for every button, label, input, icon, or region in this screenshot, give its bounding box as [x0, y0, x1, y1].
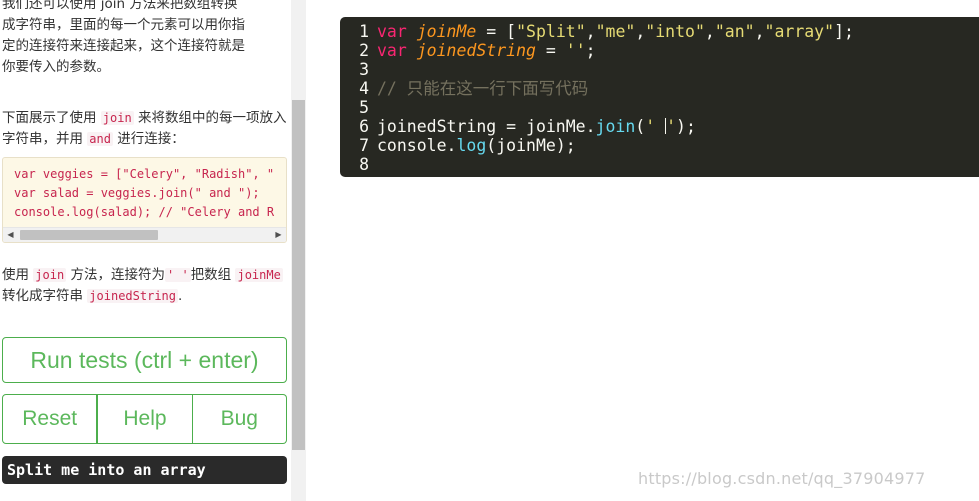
- line-number: 8: [359, 155, 369, 174]
- run-tests-button[interactable]: Run tests (ctrl + enter): [2, 337, 287, 383]
- horizontal-scrollbar[interactable]: ◀ ▶: [3, 227, 286, 242]
- code-line: console.log(salad); // "Celery and R: [14, 205, 275, 219]
- code-comment: // 只能在这一行下面写代码: [377, 79, 589, 98]
- instructions-content: 我们还可以使用 join 方法来把数组转换 成字符串，里面的每一个元素可以用你指…: [2, 0, 287, 307]
- instructions-panel: 我们还可以使用 join 方法来把数组转换 成字符串，里面的每一个元素可以用你指…: [0, 0, 292, 501]
- example-code-block[interactable]: var veggies = ["Celery", "Radish", " var …: [2, 157, 287, 243]
- task-description: 使用 join 方法，连接符为 ' ' 把数组 joinMe 转化成字符串 join…: [2, 267, 283, 304]
- code-line: var salad = veggies.join(" and ");: [14, 186, 260, 200]
- editor-line[interactable]: 7 console.log(joinMe);: [340, 136, 576, 155]
- inline-code-join: join: [100, 111, 134, 125]
- line-number: 1: [359, 22, 369, 41]
- bug-button[interactable]: Bug: [192, 394, 287, 444]
- code-editor[interactable]: 1 var joinMe = ["Split","me","into","an",…: [340, 17, 979, 177]
- intro-line: 我们还可以使用 join 方法来把数组转换: [2, 0, 238, 12]
- action-button-group: Reset Help Bug: [2, 394, 287, 444]
- intro-paragraph: 我们还可以使用 join 方法来把数组转换 成字符串，里面的每一个元素可以用你指…: [2, 0, 287, 78]
- example-code: var veggies = ["Celery", "Radish", " var …: [14, 165, 274, 222]
- line-number: 3: [359, 60, 369, 79]
- inline-code-separator: ' ': [165, 268, 191, 282]
- watermark: https://blog.csdn.net/qq_37904977: [638, 469, 926, 488]
- editor-line[interactable]: 2 var joinedString = '';: [340, 41, 596, 60]
- line-number: 7: [359, 136, 369, 155]
- line-number: 6: [359, 117, 369, 136]
- line-number: 5: [359, 98, 369, 117]
- scrollbar-thumb[interactable]: [292, 100, 305, 450]
- reset-button[interactable]: Reset: [2, 394, 98, 444]
- line-number: 2: [359, 41, 369, 60]
- editor-line[interactable]: 3: [340, 60, 377, 79]
- editor-line[interactable]: 4 // 只能在这一行下面写代码: [340, 79, 588, 98]
- editor-line[interactable]: 1 var joinMe = ["Split","me","into","an",…: [340, 22, 854, 41]
- inline-code-joinme: joinMe: [235, 268, 283, 282]
- inline-code-join: join: [33, 268, 67, 282]
- scroll-right-arrow-icon[interactable]: ▶: [271, 228, 286, 242]
- vertical-scrollbar[interactable]: [291, 0, 306, 501]
- help-button[interactable]: Help: [97, 394, 193, 444]
- intro-line: 成字符串，里面的每一个元素可以用你指: [2, 17, 245, 33]
- editor-line[interactable]: 6 joinedString = joinMe.join(' ');: [340, 117, 696, 136]
- editor-line[interactable]: 8: [340, 155, 377, 174]
- code-line: var veggies = ["Celery", "Radish", ": [14, 167, 275, 181]
- intro-line: 定的连接符来连接起来，这个连接符就是: [2, 38, 245, 54]
- inline-code-and: and: [87, 132, 113, 146]
- scroll-left-arrow-icon[interactable]: ◀: [3, 228, 18, 242]
- line-number: 4: [359, 79, 369, 98]
- inline-code-joinedstring: joinedString: [87, 289, 178, 303]
- scrollbar-thumb[interactable]: [20, 230, 158, 240]
- test-result-output: Split me into an array: [2, 456, 287, 484]
- editor-line[interactable]: 5: [340, 98, 377, 117]
- intro-line: 你要传入的参数。: [2, 59, 110, 75]
- example-description: 下面展示了使用 join 来将数组中的每一项放入字符串，并用 and 进行连接：: [2, 110, 287, 147]
